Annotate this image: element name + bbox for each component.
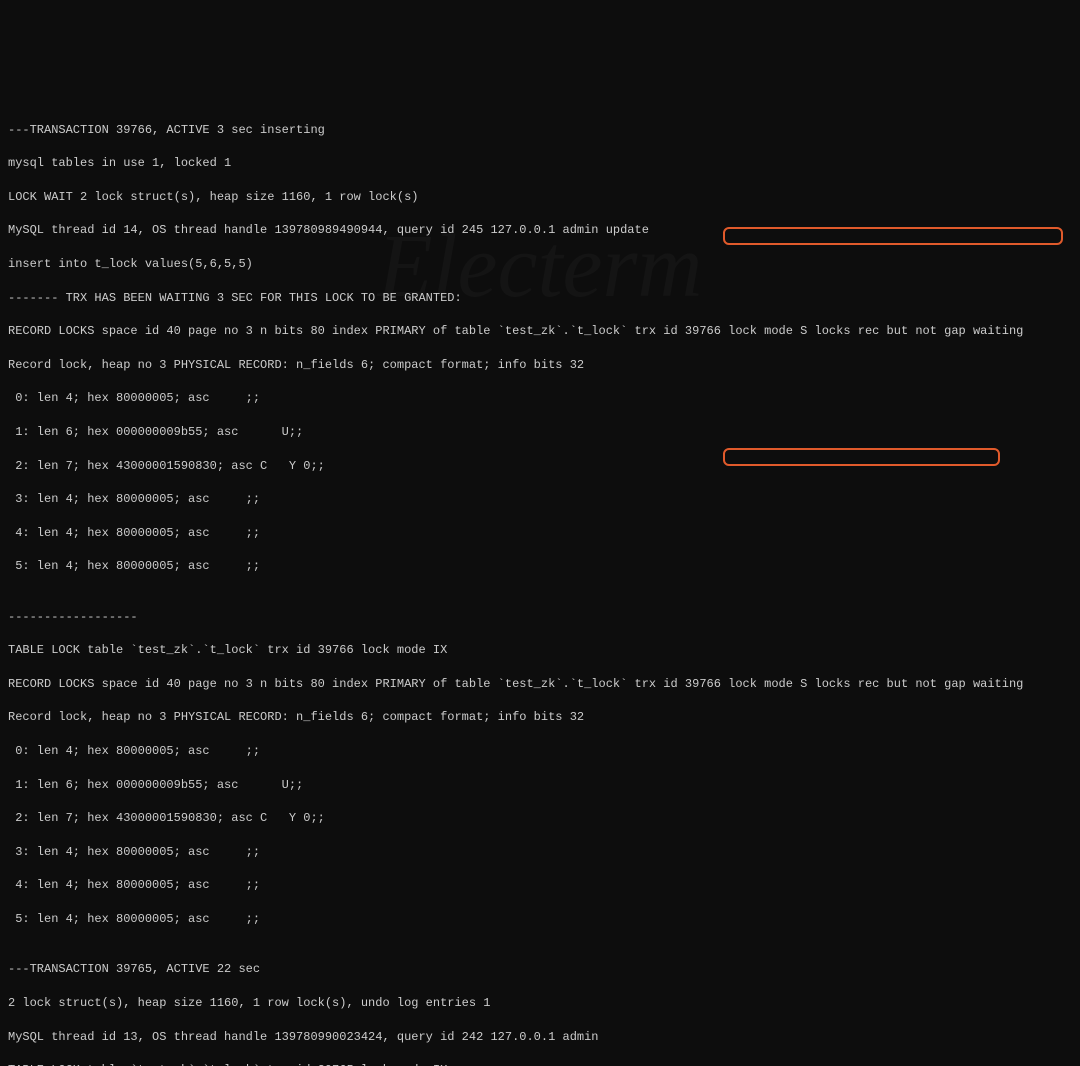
terminal-line: 0: len 4; hex 80000005; asc ;; xyxy=(8,390,1072,407)
terminal-line: 5: len 4; hex 80000005; asc ;; xyxy=(8,911,1072,928)
terminal-line: MySQL thread id 14, OS thread handle 139… xyxy=(8,222,1072,239)
terminal-line: TABLE LOCK table `test_zk`.`t_lock` trx … xyxy=(8,642,1072,659)
terminal-line: insert into t_lock values(5,6,5,5) xyxy=(8,256,1072,273)
terminal-line: 5: len 4; hex 80000005; asc ;; xyxy=(8,558,1072,575)
terminal-line: ---TRANSACTION 39765, ACTIVE 22 sec xyxy=(8,961,1072,978)
terminal-line: 3: len 4; hex 80000005; asc ;; xyxy=(8,844,1072,861)
terminal-line: 0: len 4; hex 80000005; asc ;; xyxy=(8,743,1072,760)
terminal-line: TABLE LOCK table `test_zk`.`t_lock` trx … xyxy=(8,1062,1072,1066)
terminal-output: ---TRANSACTION 39766, ACTIVE 3 sec inser… xyxy=(8,105,1072,1066)
terminal-line: ---TRANSACTION 39766, ACTIVE 3 sec inser… xyxy=(8,122,1072,139)
terminal-line: 2: len 7; hex 43000001590830; asc C Y 0;… xyxy=(8,458,1072,475)
terminal-line: 4: len 4; hex 80000005; asc ;; xyxy=(8,877,1072,894)
terminal-line: 2 lock struct(s), heap size 1160, 1 row … xyxy=(8,995,1072,1012)
terminal-line: 1: len 6; hex 000000009b55; asc U;; xyxy=(8,777,1072,794)
terminal-line: RECORD LOCKS space id 40 page no 3 n bit… xyxy=(8,323,1072,340)
terminal-line: LOCK WAIT 2 lock struct(s), heap size 11… xyxy=(8,189,1072,206)
terminal-line: 3: len 4; hex 80000005; asc ;; xyxy=(8,491,1072,508)
terminal-line: Record lock, heap no 3 PHYSICAL RECORD: … xyxy=(8,357,1072,374)
terminal-line: ------------------ xyxy=(8,609,1072,626)
terminal-line: Record lock, heap no 3 PHYSICAL RECORD: … xyxy=(8,709,1072,726)
terminal-line: MySQL thread id 13, OS thread handle 139… xyxy=(8,1029,1072,1046)
terminal-line: 4: len 4; hex 80000005; asc ;; xyxy=(8,525,1072,542)
terminal-line: mysql tables in use 1, locked 1 xyxy=(8,155,1072,172)
terminal-line: ------- TRX HAS BEEN WAITING 3 SEC FOR T… xyxy=(8,290,1072,307)
terminal-line: 2: len 7; hex 43000001590830; asc C Y 0;… xyxy=(8,810,1072,827)
terminal-line: 1: len 6; hex 000000009b55; asc U;; xyxy=(8,424,1072,441)
terminal-line: RECORD LOCKS space id 40 page no 3 n bit… xyxy=(8,676,1072,693)
